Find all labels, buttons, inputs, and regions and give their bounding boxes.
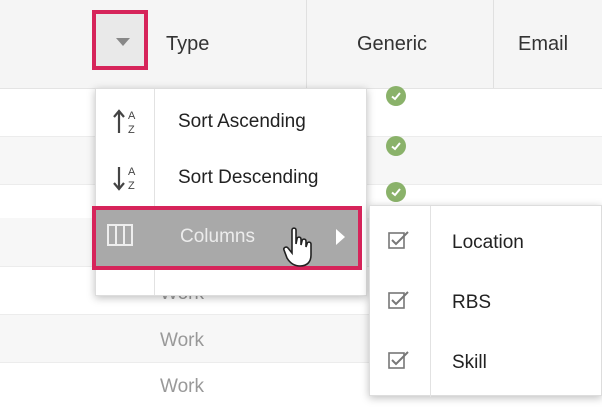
columns-icon <box>107 224 133 246</box>
menu-item-sort-descending[interactable]: A Z Sort Descending <box>96 149 366 207</box>
sort-descending-icon: A Z <box>113 166 136 192</box>
svg-text:Z: Z <box>128 124 135 136</box>
column-divider[interactable] <box>306 0 307 88</box>
submenu-item-label: Skill <box>452 352 487 373</box>
menu-item-label: Sort Descending <box>178 167 319 188</box>
sort-ascending-icon: A Z <box>113 109 136 136</box>
column-divider[interactable] <box>493 0 494 88</box>
column-header-type-label: Type <box>166 32 210 55</box>
check-circle-icon <box>386 86 406 106</box>
svg-text:A: A <box>128 110 136 122</box>
submenu-item-location[interactable]: Location <box>370 210 602 272</box>
menu-item-label: Columns <box>180 226 255 247</box>
column-header-email-label: Email <box>518 32 569 55</box>
submenu-item-label: Location <box>452 232 524 253</box>
svg-text:A: A <box>128 166 136 178</box>
type-cell: Work <box>160 376 204 397</box>
column-header-generic[interactable]: Generic <box>357 0 427 88</box>
checkbox-checked-icon <box>388 351 409 369</box>
column-menu-trigger[interactable] <box>92 10 148 70</box>
menu-item-label: Sort Ascending <box>178 111 306 132</box>
checkbox-checked-icon <box>388 231 409 249</box>
columns-submenu: Location RBS Skill <box>369 205 602 397</box>
submenu-item-skill[interactable]: Skill <box>370 332 602 394</box>
svg-text:Z: Z <box>128 180 135 192</box>
chevron-right-icon <box>336 229 345 245</box>
chevron-down-icon <box>116 38 130 46</box>
check-circle-icon <box>386 182 406 202</box>
column-header-generic-label: Generic <box>357 32 428 55</box>
column-header-email[interactable]: Email <box>518 0 568 88</box>
type-cell: Work <box>160 330 204 351</box>
submenu-item-rbs[interactable]: RBS <box>370 272 602 334</box>
checkbox-checked-icon <box>388 291 409 309</box>
column-header-type[interactable]: Type <box>166 0 209 88</box>
submenu-item-label: RBS <box>452 292 492 313</box>
grid-header <box>0 0 602 89</box>
menu-item-sort-ascending[interactable]: A Z Sort Ascending <box>96 93 366 151</box>
hand-cursor-icon <box>283 227 312 267</box>
check-circle-icon <box>386 136 406 156</box>
